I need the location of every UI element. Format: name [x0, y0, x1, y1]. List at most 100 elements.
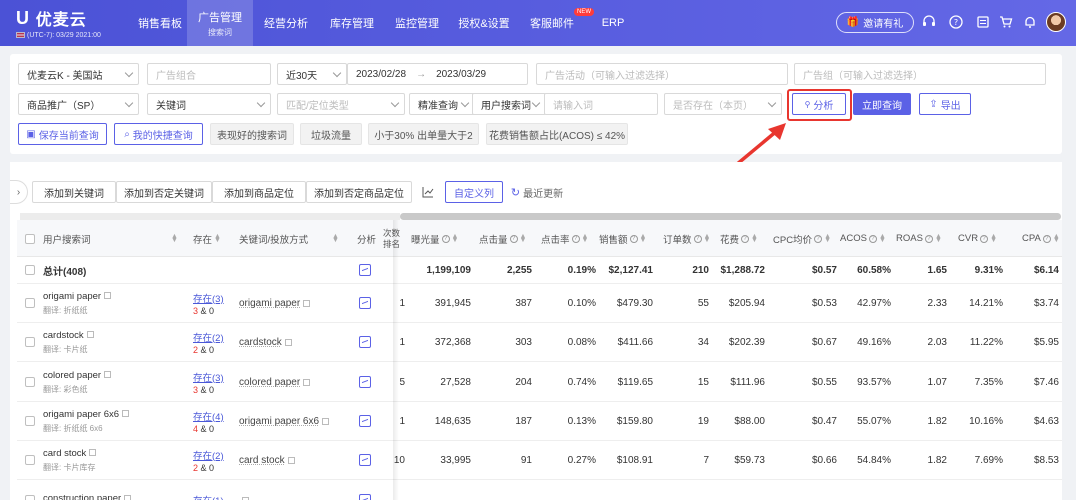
nav-service-mail[interactable]: 客服邮件 NEW — [524, 0, 594, 46]
nav-ad-management[interactable]: 广告管理 搜索词 — [187, 0, 253, 46]
chart-toggle-icon[interactable] — [417, 181, 439, 203]
horizontal-scrollbar[interactable] — [400, 213, 1061, 220]
nav-inventory[interactable]: 库存管理 — [319, 0, 385, 46]
trend-chart-icon[interactable] — [359, 284, 371, 322]
keyword-target-link[interactable]: cardstock — [239, 337, 282, 348]
document-icon[interactable] — [975, 14, 991, 30]
campaign-select[interactable]: 广告活动（可输入过滤选择） — [536, 63, 788, 85]
trend-chart-icon[interactable] — [359, 323, 371, 361]
headset-icon[interactable] — [921, 14, 937, 30]
search-term-text[interactable]: origami paper — [43, 291, 101, 302]
search-term-text[interactable]: origami paper 6x6 — [43, 409, 119, 420]
select-all-checkbox[interactable] — [25, 220, 35, 257]
collapse-sidebar-button[interactable]: › — [10, 180, 28, 204]
bell-icon[interactable] — [1022, 14, 1038, 30]
row-checkbox[interactable] — [25, 441, 35, 479]
search-term-text[interactable]: card stock — [43, 448, 86, 459]
external-link-icon[interactable] — [303, 299, 311, 307]
row-checkbox[interactable] — [25, 481, 35, 500]
product-ad-type-select[interactable]: 商品推广（SP） — [18, 93, 139, 115]
avatar[interactable] — [1046, 12, 1066, 32]
row-checkbox[interactable] — [25, 402, 35, 440]
keyword-target-link[interactable]: origami paper 6x6 — [239, 416, 319, 427]
col-acos[interactable]: ACOS? ▲ ▼ — [840, 220, 886, 257]
search-term-text[interactable]: colored paper — [43, 370, 101, 381]
nav-monitoring[interactable]: 监控管理 — [385, 0, 449, 46]
row-checkbox[interactable] — [25, 323, 35, 361]
external-link-icon[interactable] — [287, 456, 295, 464]
nav-erp[interactable]: ERP — [596, 0, 630, 46]
search-term-text[interactable]: cardstock — [43, 330, 84, 341]
nav-sales-dashboard[interactable]: 销售看板 — [126, 0, 194, 46]
cart-icon[interactable] — [998, 14, 1014, 30]
exists-select[interactable]: 是否存在（本页） — [664, 93, 782, 115]
search-field-select[interactable]: 用户搜索词 — [472, 93, 546, 115]
exists-link[interactable]: 存在(2) — [193, 448, 224, 462]
quick-filter-good-terms[interactable]: 表现好的搜索词 — [210, 123, 294, 145]
col-ctr[interactable]: 点击率? ▲ ▼ — [541, 220, 588, 257]
invite-button[interactable]: 🎁 邀请有礼 — [836, 12, 914, 33]
trend-chart-icon[interactable] — [359, 441, 371, 479]
exists-link[interactable]: 存在(3) — [193, 370, 224, 384]
row-checkbox[interactable] — [25, 257, 35, 283]
external-link-icon[interactable] — [86, 331, 94, 339]
date-range-select[interactable]: 近30天 — [277, 63, 347, 85]
trend-chart-icon[interactable] — [359, 257, 371, 283]
external-link-icon[interactable] — [242, 496, 249, 500]
col-roas[interactable]: ROAS? ▲ ▼ — [896, 220, 942, 257]
recent-update-button[interactable]: ↻ 最近更新 — [507, 181, 567, 203]
custom-columns-button[interactable]: 自定义列 — [445, 181, 503, 203]
col-sales[interactable]: 销售额? ▲ ▼ — [599, 220, 646, 257]
col-cpa[interactable]: CPA? ▲ ▼ — [1022, 220, 1060, 257]
query-now-button[interactable]: 立即查询 — [853, 93, 911, 115]
search-term-input[interactable]: 请输入词 — [544, 93, 658, 115]
col-exists[interactable]: 存在 ▲ ▼ — [193, 220, 221, 257]
external-link-icon[interactable] — [89, 449, 97, 457]
ad-portfolio-select[interactable]: 广告组合 — [147, 63, 271, 85]
external-link-icon[interactable] — [124, 494, 132, 500]
col-keyword-target[interactable]: 关键词/投放方式 — [239, 220, 308, 257]
quick-filter-junk-traffic[interactable]: 垃圾流量 — [300, 123, 362, 145]
quick-filter-acos[interactable]: 花费销售额占比(ACOS) ≤ 42% — [486, 123, 628, 145]
help-icon[interactable]: ? — [948, 14, 964, 30]
external-link-icon[interactable] — [303, 378, 311, 386]
row-checkbox[interactable] — [25, 284, 35, 322]
sort-icon[interactable]: ▲ ▼ — [330, 220, 339, 257]
save-query-button[interactable]: ▣ 保存当前查询 — [18, 123, 107, 145]
match-type-select[interactable]: 匹配/定位类型 — [277, 93, 405, 115]
add-to-product-target-button[interactable]: 添加到商品定位 — [212, 181, 306, 203]
add-to-negative-product-button[interactable]: 添加到否定商品定位 — [306, 181, 412, 203]
quick-filter-order-gt2[interactable]: 小于30% 出单量大于2 — [368, 123, 479, 145]
exists-link[interactable]: 存在(1) — [193, 493, 224, 500]
keyword-type-select[interactable]: 关键词 — [147, 93, 271, 115]
query-mode-select[interactable]: 精准查询 — [409, 93, 475, 115]
col-clicks[interactable]: 点击量? ▲ ▼ — [479, 220, 526, 257]
logo[interactable]: U 优麦云 (UTC-7): 03/29 2021:00 — [16, 6, 126, 39]
exists-link[interactable]: 存在(3) — [193, 291, 224, 305]
col-spend[interactable]: 花费? ▲ ▼ — [720, 220, 758, 257]
trend-chart-icon[interactable] — [359, 481, 371, 500]
nav-auth-settings[interactable]: 授权&设置 — [449, 0, 519, 46]
external-link-icon[interactable] — [122, 410, 130, 418]
keyword-target-link[interactable]: colored paper — [239, 377, 300, 388]
col-cpc[interactable]: CPC均价? ▲ ▼ — [773, 220, 831, 257]
search-term-text[interactable]: construction paper — [43, 493, 121, 500]
keyword-target-link[interactable]: card stock — [239, 455, 285, 466]
date-picker[interactable]: 2023/02/28 → 2023/03/29 — [347, 63, 528, 85]
trend-chart-icon[interactable] — [359, 363, 371, 401]
external-link-icon[interactable] — [104, 371, 112, 379]
trend-chart-icon[interactable] — [359, 402, 371, 440]
exists-link[interactable]: 存在(4) — [193, 409, 224, 423]
keyword-target-link[interactable]: origami paper — [239, 298, 300, 309]
export-button[interactable]: ⇪ 导出 — [919, 93, 971, 115]
external-link-icon[interactable] — [322, 417, 330, 425]
exists-link[interactable]: 存在(2) — [193, 330, 224, 344]
sort-icon[interactable]: ▲ ▼ — [169, 220, 178, 257]
col-impressions[interactable]: 曝光量? ▲ ▼ — [411, 220, 458, 257]
add-to-negative-keyword-button[interactable]: 添加到否定关键词 — [116, 181, 212, 203]
add-to-keyword-button[interactable]: 添加到关键词 — [32, 181, 116, 203]
external-link-icon[interactable] — [104, 292, 112, 300]
col-orders[interactable]: 订单数? ▲ ▼ — [663, 220, 710, 257]
ad-group-select[interactable]: 广告组（可输入过滤选择） — [794, 63, 1046, 85]
nav-business-analysis[interactable]: 经营分析 — [253, 0, 319, 46]
